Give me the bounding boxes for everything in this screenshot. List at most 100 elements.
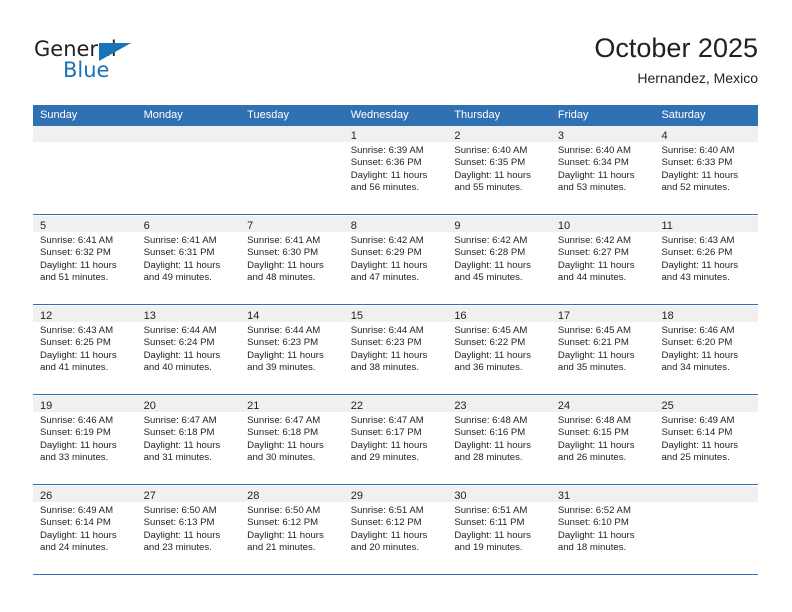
day-detail-line: and 24 minutes. [40,542,109,554]
day-detail-line: and 41 minutes. [40,362,109,374]
day-detail-line: Sunset: 6:30 PM [247,247,319,259]
day-details: Sunrise: 6:49 AM Sunset: 6:14 PM Daylight:… [654,412,758,465]
day-cell[interactable]: 26 Sunrise: 6:49 AM Sunset: 6:14 PM Dayligh… [33,486,137,574]
day-cell[interactable]: 20 Sunrise: 6:47 AM Sunset: 6:18 PM Dayligh… [136,396,241,484]
day-cell[interactable]: 22 Sunrise: 6:47 AM Sunset: 6:17 PM Dayligh… [343,396,448,484]
day-detail-line: Sunrise: 6:41 AM [40,235,114,246]
day-number-band: 10 [550,216,655,232]
day-cell[interactable]: 14 Sunrise: 6:44 AM Sunset: 6:23 PM Dayligh… [240,306,344,394]
day-detail-line: and 39 minutes. [247,362,316,374]
day-cell[interactable]: 27 Sunrise: 6:50 AM Sunset: 6:13 PM Dayligh… [136,486,241,574]
weekday-header-row: Sunday Monday Tuesday Wednesday Thursday Frid… [33,105,758,126]
day-cell[interactable]: 18 Sunrise: 6:46 AM Sunset: 6:20 PM Dayligh… [654,306,759,394]
day-cell[interactable]: 1 Sunrise: 6:39 AM Sunset: 6:36 PM Daylight… [343,126,448,214]
day-detail-line: and 29 minutes. [350,452,420,464]
day-cell[interactable]: 17 Sunrise: 6:45 AM Sunset: 6:21 PM Dayligh… [550,306,655,394]
day-number-band: 13 [136,306,241,322]
day-cell[interactable]: 7 Sunrise: 6:41 AM Sunset: 6:30 PM Daylight… [240,216,344,304]
day-cell[interactable]: 10 Sunrise: 6:42 AM Sunset: 6:27 PM Dayligh… [550,216,655,304]
day-detail-line: Sunrise: 6:47 AM [350,415,424,426]
day-details: Sunrise: 6:42 AM Sunset: 6:28 PM Daylight:… [447,232,551,285]
day-detail-line: Sunset: 6:31 PM [143,247,215,259]
day-detail-line: Daylight: 11 hours [454,169,531,181]
day-cell[interactable]: 5 Sunrise: 6:41 AM Sunset: 6:32 PM Daylight… [33,216,137,304]
day-number-band [33,126,137,142]
day-cell[interactable]: 29 Sunrise: 6:51 AM Sunset: 6:12 PM Dayligh… [343,486,448,574]
day-cell[interactable]: 3 Sunrise: 6:40 AM Sunset: 6:34 PM Daylight… [550,126,655,214]
day-cell[interactable]: 4 Sunrise: 6:40 AM Sunset: 6:33 PM Daylight… [654,126,759,214]
day-cell[interactable]: 9 Sunrise: 6:42 AM Sunset: 6:28 PM Daylight… [447,216,551,304]
day-detail-line: Sunset: 6:24 PM [143,337,215,349]
day-detail-line: Sunset: 6:25 PM [40,337,111,349]
day-number-band: 19 [33,396,137,412]
day-detail-line: Sunrise: 6:50 AM [143,505,217,516]
day-number: 21 [247,400,260,412]
day-number: 10 [557,220,571,232]
day-number-band [136,126,241,142]
day-number-band: 18 [654,306,759,322]
day-number-band: 17 [550,306,655,322]
day-detail-line: Sunrise: 6:42 AM [350,235,424,246]
day-cell[interactable]: 21 Sunrise: 6:47 AM Sunset: 6:18 PM Dayligh… [240,396,344,484]
day-cell[interactable]: 30 Sunrise: 6:51 AM Sunset: 6:11 PM Dayligh… [447,486,551,574]
day-detail-line: Sunrise: 6:48 AM [557,415,631,426]
general-blue-logo[interactable]: General Blue [34,38,174,88]
day-cell[interactable]: 15 Sunrise: 6:44 AM Sunset: 6:23 PM Dayligh… [343,306,448,394]
day-detail-line: Daylight: 11 hours [454,259,531,271]
day-details: Sunrise: 6:47 AM Sunset: 6:17 PM Daylight:… [344,412,448,465]
day-number: 18 [661,310,674,322]
day-detail-line: Daylight: 11 hours [247,529,324,541]
calendar-week-row: 1 Sunrise: 6:39 AM Sunset: 6:36 PM Daylight… [33,126,759,215]
day-number: 23 [454,400,467,412]
day-cell[interactable]: 23 Sunrise: 6:48 AM Sunset: 6:16 PM Dayligh… [447,396,551,484]
day-cell[interactable]: 12 Sunrise: 6:43 AM Sunset: 6:25 PM Dayligh… [33,306,137,394]
day-detail-line: Daylight: 11 hours [661,259,739,271]
day-detail-line: Sunset: 6:15 PM [557,427,629,439]
day-number-band: 15 [343,306,448,322]
day-number-band: 9 [447,216,551,232]
day-details: Sunrise: 6:44 AM Sunset: 6:23 PM Daylight:… [344,322,448,375]
day-cell-empty [33,126,137,214]
day-detail-line: Daylight: 11 hours [143,439,221,451]
day-detail-line: Sunrise: 6:44 AM [247,325,321,336]
day-detail-line: Sunset: 6:13 PM [143,517,215,529]
day-cell[interactable]: 28 Sunrise: 6:50 AM Sunset: 6:12 PM Dayligh… [240,486,344,574]
day-number: 4 [661,130,668,142]
day-cell[interactable]: 25 Sunrise: 6:49 AM Sunset: 6:14 PM Dayligh… [654,396,759,484]
day-number-band: 5 [33,216,137,232]
day-cell[interactable]: 6 Sunrise: 6:41 AM Sunset: 6:31 PM Daylight… [136,216,241,304]
day-detail-line: Daylight: 11 hours [40,259,117,271]
day-detail-line: Sunset: 6:34 PM [557,157,629,169]
day-details: Sunrise: 6:45 AM Sunset: 6:22 PM Daylight:… [447,322,551,375]
day-detail-line: and 47 minutes. [350,272,420,284]
day-cell[interactable]: 2 Sunrise: 6:40 AM Sunset: 6:35 PM Daylight… [447,126,551,214]
day-detail-line: Sunset: 6:18 PM [143,427,215,439]
day-cell[interactable]: 16 Sunrise: 6:45 AM Sunset: 6:22 PM Dayligh… [447,306,551,394]
day-detail-line: and 51 minutes. [40,272,109,284]
day-cell-empty [654,486,759,574]
day-number: 13 [143,310,156,322]
day-detail-line: Sunrise: 6:39 AM [350,145,424,156]
day-number-band: 1 [343,126,448,142]
day-number: 14 [247,310,260,322]
day-detail-line: Sunset: 6:28 PM [454,247,526,259]
day-detail-line: Sunset: 6:26 PM [661,247,733,259]
day-detail-line: Daylight: 11 hours [247,259,324,271]
day-cell[interactable]: 31 Sunrise: 6:52 AM Sunset: 6:10 PM Dayligh… [550,486,655,574]
day-detail-line: Daylight: 11 hours [557,439,635,451]
day-number: 26 [40,490,53,502]
day-detail-line: Sunset: 6:16 PM [454,427,526,439]
day-cell[interactable]: 11 Sunrise: 6:43 AM Sunset: 6:26 PM Dayligh… [654,216,759,304]
day-number-band: 2 [447,126,551,142]
day-cell[interactable]: 13 Sunrise: 6:44 AM Sunset: 6:24 PM Dayligh… [136,306,241,394]
day-cell[interactable]: 19 Sunrise: 6:46 AM Sunset: 6:19 PM Dayligh… [33,396,137,484]
day-number: 16 [454,310,467,322]
day-detail-line: Sunset: 6:10 PM [557,517,629,529]
day-detail-line: Sunset: 6:17 PM [350,427,422,439]
day-cell[interactable]: 8 Sunrise: 6:42 AM Sunset: 6:29 PM Daylight… [343,216,448,304]
day-detail-line: Sunrise: 6:45 AM [557,325,631,336]
day-cell[interactable]: 24 Sunrise: 6:48 AM Sunset: 6:15 PM Dayligh… [550,396,655,484]
day-detail-line: Daylight: 11 hours [661,169,739,181]
day-detail-line: and 20 minutes. [350,542,420,554]
weekday-header-friday: Friday [557,109,589,121]
